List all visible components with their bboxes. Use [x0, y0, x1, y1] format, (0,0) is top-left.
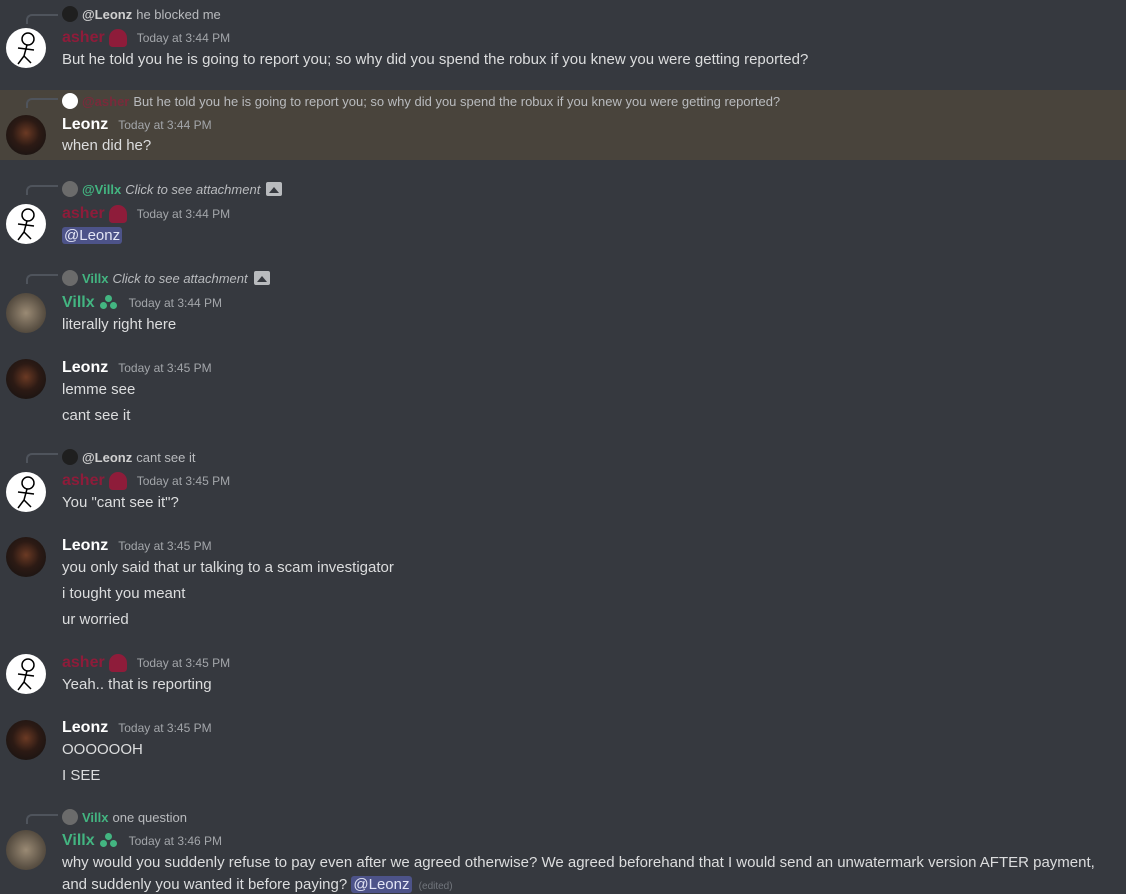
message-author[interactable]: Leonz [62, 719, 108, 737]
leaf-icon [99, 294, 119, 312]
message-author[interactable]: Villx [62, 294, 95, 312]
reply-preview[interactable]: @Leonz cant see it [62, 449, 196, 465]
message-text: lemme see [62, 381, 136, 398]
user-mention[interactable]: @Leonz [351, 876, 412, 893]
message-group: @Leonz cant see it asher Today at 3:45 P… [0, 444, 1126, 524]
reply-text: he blocked me [136, 6, 221, 22]
user-mention[interactable]: @Leonz [62, 227, 123, 244]
message-group: @Villx Click to see attachment asher Tod… [0, 176, 1126, 256]
message-timestamp: Today at 3:45 PM [118, 721, 212, 735]
leonz-avatar[interactable] [6, 115, 46, 155]
message-author[interactable]: Leonz [62, 359, 108, 377]
reply-author: @asher [82, 93, 130, 109]
message-text: You "cant see it"? [62, 494, 179, 511]
message-group: Leonz Today at 3:45 PM lemme see cant se… [0, 355, 1126, 435]
reply-author: @Villx [82, 181, 122, 197]
image-icon [266, 182, 283, 196]
message-text: literally right here [62, 316, 177, 333]
message-timestamp: Today at 3:46 PM [128, 834, 223, 848]
leonz-avatar-icon [62, 449, 78, 465]
leonz-avatar[interactable] [6, 359, 46, 399]
reply-preview[interactable]: @asher But he told you he is going to re… [62, 93, 780, 109]
message-group: Leonz Today at 3:45 PM OOOOOOH I SEE [0, 716, 1126, 796]
message-text: @Leonz [62, 226, 123, 246]
message-timestamp: Today at 3:44 PM [136, 31, 231, 45]
villx-avatar[interactable] [6, 830, 46, 870]
message-group: Leonz Today at 3:45 PM you only said tha… [0, 534, 1126, 639]
edited-label: (edited) [418, 881, 453, 892]
message-timestamp: Today at 3:45 PM [136, 656, 231, 670]
reply-author: @Leonz [82, 6, 133, 22]
reply-text: one question [112, 809, 187, 825]
villx-avatar-icon [62, 270, 78, 286]
role-icon [108, 654, 127, 672]
message-author[interactable]: asher [62, 654, 105, 672]
message-text: i tought you meant [62, 585, 186, 602]
reply-text: Click to see attachment [112, 270, 248, 286]
asher-avatar[interactable] [6, 654, 46, 694]
message-author[interactable]: Leonz [62, 116, 108, 134]
message-text: But he told you he is going to report yo… [62, 51, 809, 68]
message-text: OOOOOOH [62, 741, 143, 758]
image-icon [253, 271, 270, 285]
message-body: why would you suddenly refuse to pay eve… [62, 854, 1095, 893]
message-author[interactable]: Leonz [62, 537, 108, 555]
message-group: Villx one question Villx Today at 3:46 P… [0, 804, 1126, 894]
message-timestamp: Today at 3:44 PM [128, 296, 223, 310]
asher-avatar[interactable] [6, 472, 46, 512]
reply-author: Villx [82, 270, 109, 286]
asher-avatar[interactable] [6, 204, 46, 244]
reply-text: But he told you he is going to report yo… [133, 93, 781, 109]
message-author[interactable]: asher [62, 472, 105, 490]
message-text: when did he? [62, 137, 152, 154]
chat-messages: @Leonz he blocked me asher Today at 3:44… [0, 0, 1126, 894]
reply-author: @Leonz [82, 449, 133, 465]
role-icon [108, 29, 127, 47]
reply-preview[interactable]: @Leonz he blocked me [62, 6, 221, 22]
leonz-avatar[interactable] [6, 720, 46, 760]
role-icon [108, 205, 127, 223]
message-timestamp: Today at 3:45 PM [118, 361, 212, 375]
reply-text: cant see it [136, 449, 196, 465]
message-timestamp: Today at 3:44 PM [118, 118, 212, 132]
message-group-highlighted: @asher But he told you he is going to re… [0, 90, 1126, 160]
message-timestamp: Today at 3:44 PM [136, 207, 231, 221]
message-author[interactable]: asher [62, 29, 105, 47]
reply-author: Villx [82, 809, 109, 825]
message-text: cant see it [62, 407, 131, 424]
leonz-avatar[interactable] [6, 537, 46, 577]
reply-text: Click to see attachment [125, 181, 261, 197]
reply-preview[interactable]: Villx Click to see attachment [62, 270, 270, 286]
message-group: @Leonz he blocked me asher Today at 3:44… [0, 0, 1126, 90]
message-group: asher Today at 3:45 PM Yeah.. that is re… [0, 650, 1126, 710]
leaf-icon [99, 832, 119, 850]
message-timestamp: Today at 3:45 PM [136, 474, 231, 488]
villx-avatar-icon [62, 181, 78, 197]
message-author[interactable]: asher [62, 205, 105, 223]
role-icon [108, 472, 127, 490]
reply-preview[interactable]: @Villx Click to see attachment [62, 181, 283, 197]
asher-avatar-icon [62, 93, 78, 109]
villx-avatar[interactable] [6, 293, 46, 333]
message-author[interactable]: Villx [62, 832, 95, 850]
message-text: why would you suddenly refuse to pay eve… [62, 852, 1122, 894]
message-group: Villx Click to see attachment Villx Toda… [0, 265, 1126, 345]
message-text: you only said that ur talking to a scam … [62, 559, 394, 576]
reply-preview[interactable]: Villx one question [62, 809, 187, 825]
message-timestamp: Today at 3:45 PM [118, 539, 212, 553]
leonz-avatar-icon [62, 6, 78, 22]
message-text: I SEE [62, 767, 101, 784]
asher-avatar[interactable] [6, 28, 46, 68]
message-text: Yeah.. that is reporting [62, 676, 212, 693]
message-text: ur worried [62, 611, 129, 628]
villx-avatar-icon [62, 809, 78, 825]
